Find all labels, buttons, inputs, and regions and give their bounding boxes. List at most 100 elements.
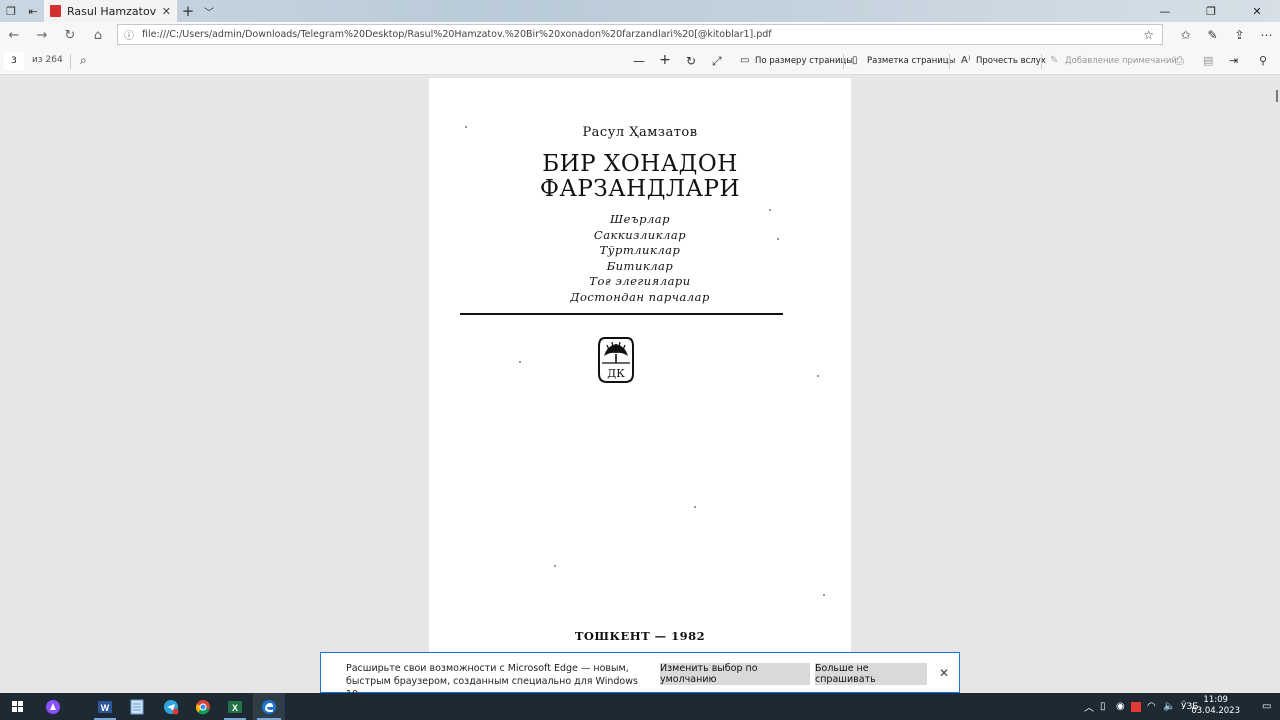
- page-layout-icon[interactable]: ▯: [852, 55, 858, 66]
- add-notes-button: Добавление примечаний: [1065, 56, 1177, 66]
- url-text: file:///C:/Users/admin/Downloads/Telegra…: [142, 29, 772, 40]
- forward-button[interactable]: →: [28, 28, 56, 43]
- excel-icon: X: [228, 700, 242, 713]
- address-bar-row: ← → ↻ ⌂ ⓘ file:///C:/Users/admin/Downloa…: [0, 22, 1280, 48]
- home-button[interactable]: ⌂: [84, 28, 112, 43]
- taskbar-app-notepad[interactable]: [122, 693, 152, 720]
- page-speck: [519, 361, 521, 363]
- title-bar: ❐ ⇤ Rasul Hamzatov. Bir xor ✕ + ﹀ — ❐ ✕: [0, 0, 1280, 22]
- default-browser-notification: Расширьте свои возможности с Microsoft E…: [320, 652, 960, 700]
- page-speck: [777, 238, 779, 240]
- window-controls: — ❐ ✕: [1142, 0, 1280, 22]
- publisher-line: ТОШКЕНТ — 1982: [574, 629, 706, 643]
- more-icon[interactable]: ⋯: [1253, 22, 1280, 48]
- genre-item: Саккизликлар: [593, 227, 687, 242]
- pdf-toolbar: 3 из 264 ⌕ — + ↻ ⤢ ▭ По размеру страницы…: [0, 48, 1280, 75]
- taskbar-app-edge[interactable]: [253, 693, 285, 720]
- print-icon[interactable]: ⎙: [1175, 54, 1184, 68]
- dont-ask-again-button[interactable]: Больше не спрашивать: [815, 663, 927, 685]
- show-hidden-icons-chevron-icon[interactable]: ︿: [1084, 693, 1094, 720]
- edge-icon: [262, 699, 276, 714]
- publisher-logo: ДК: [598, 337, 634, 383]
- fit-page-button[interactable]: По размеру страницы: [755, 56, 853, 66]
- notifications-icon[interactable]: ▭: [1262, 693, 1271, 720]
- taskbar-app-word[interactable]: W: [90, 693, 120, 720]
- zoom-out-icon[interactable]: —: [633, 54, 645, 68]
- telegram-icon: [164, 699, 179, 714]
- page-speck: [769, 209, 771, 211]
- back-button[interactable]: ←: [0, 28, 28, 43]
- web-note-icon[interactable]: ✎: [1199, 22, 1226, 48]
- info-icon[interactable]: ⓘ: [124, 27, 134, 42]
- page-speck: [694, 506, 696, 508]
- taskbar-app-alice[interactable]: [38, 693, 68, 720]
- page-total: из 264: [32, 55, 63, 65]
- favorites-icon[interactable]: ✩: [1172, 22, 1199, 48]
- battery-icon[interactable]: ▯: [1100, 693, 1106, 720]
- logo-letters: ДК: [607, 367, 625, 380]
- save-as-icon[interactable]: ⇥: [1229, 54, 1238, 67]
- divider-line: [460, 313, 783, 315]
- divider: [949, 54, 950, 69]
- start-button[interactable]: [0, 693, 34, 720]
- genre-item: Тоғ элегиялари: [589, 274, 691, 289]
- new-tab-button[interactable]: +: [177, 0, 199, 22]
- genre-item: Тўртликлар: [599, 243, 681, 258]
- page-layout-button[interactable]: Разметка страницы: [867, 56, 955, 66]
- restore-button[interactable]: ❐: [1188, 0, 1234, 22]
- divider: [70, 54, 71, 69]
- genre-item: Достондан парчалар: [570, 289, 710, 304]
- wifi-icon[interactable]: ◠: [1147, 693, 1156, 720]
- close-icon[interactable]: ✕: [939, 666, 949, 680]
- chrome-icon: [196, 699, 210, 714]
- windows-icon: [11, 701, 23, 712]
- change-default-button[interactable]: Изменить выбор по умолчанию: [660, 663, 810, 685]
- book-title: БИР ХОНАДОН ФАРЗАНДЛАРИ: [429, 152, 851, 202]
- close-window-button[interactable]: ✕: [1234, 0, 1280, 22]
- search-icon[interactable]: ⌕: [80, 53, 87, 68]
- favorite-star-icon[interactable]: ☆: [1143, 28, 1154, 42]
- set-aside-tabs-icon[interactable]: ⇤: [22, 0, 44, 22]
- close-tab-icon[interactable]: ✕: [162, 5, 171, 18]
- read-aloud-icon[interactable]: A⁾: [961, 55, 970, 66]
- tab-actions-icon[interactable]: ❐: [0, 0, 22, 22]
- antivirus-tray-icon[interactable]: [1131, 693, 1141, 720]
- zoom-in-icon[interactable]: +: [659, 52, 671, 68]
- minimize-button[interactable]: —: [1142, 0, 1188, 22]
- scrollbar-thumb[interactable]: [1276, 90, 1278, 102]
- word-icon: W: [98, 700, 112, 713]
- share-icon[interactable]: ⇪: [1226, 22, 1253, 48]
- svg-text:X: X: [232, 703, 238, 713]
- system-clock[interactable]: 11:09 03.04.2023: [1191, 695, 1240, 717]
- divider: [843, 54, 844, 69]
- page-speck: [817, 375, 819, 377]
- pdf-page: Расул Ҳамзатов БИР ХОНАДОН ФАРЗАНДЛАРИ Ш…: [429, 78, 851, 698]
- clock-time: 11:09: [1203, 695, 1228, 705]
- notepad-icon: [130, 699, 144, 714]
- pdf-viewer[interactable]: Расул Ҳамзатов БИР ХОНАДОН ФАРЗАНДЛАРИ Ш…: [0, 75, 1280, 698]
- pin-toolbar-icon[interactable]: ⚲: [1259, 54, 1267, 67]
- refresh-button[interactable]: ↻: [56, 28, 84, 43]
- browser-actions: ✩ ✎ ⇪ ⋯: [1172, 22, 1280, 48]
- fit-page-icon[interactable]: ▭: [740, 55, 749, 66]
- page-speck: [465, 126, 467, 128]
- tab-pdf-document[interactable]: Rasul Hamzatov. Bir xor ✕: [44, 0, 177, 22]
- page-number-input[interactable]: 3: [4, 52, 24, 70]
- tab-preview-chevron-icon[interactable]: ﹀: [199, 0, 219, 22]
- pdf-file-icon: [50, 5, 61, 17]
- address-input[interactable]: ⓘ file:///C:/Users/admin/Downloads/Teleg…: [117, 24, 1163, 45]
- network-tray-icon[interactable]: ◉: [1116, 693, 1125, 720]
- volume-icon[interactable]: 🔈: [1163, 693, 1175, 720]
- book-author: Расул Ҳамзатов: [582, 125, 698, 140]
- fullscreen-icon[interactable]: ⤢: [712, 54, 722, 69]
- divider: [1041, 54, 1042, 69]
- taskbar-app-excel[interactable]: X: [220, 693, 250, 720]
- tab-title: Rasul Hamzatov. Bir xor: [67, 4, 156, 18]
- taskbar-app-telegram[interactable]: [156, 693, 186, 720]
- rotate-icon[interactable]: ↻: [686, 54, 696, 68]
- save-icon[interactable]: ▤: [1203, 54, 1213, 67]
- taskbar-app-chrome[interactable]: [188, 693, 218, 720]
- page-speck: [823, 594, 825, 596]
- read-aloud-button[interactable]: Прочесть вслух: [976, 56, 1046, 66]
- book-title-line: ФАРЗАНДЛАРИ: [539, 176, 741, 202]
